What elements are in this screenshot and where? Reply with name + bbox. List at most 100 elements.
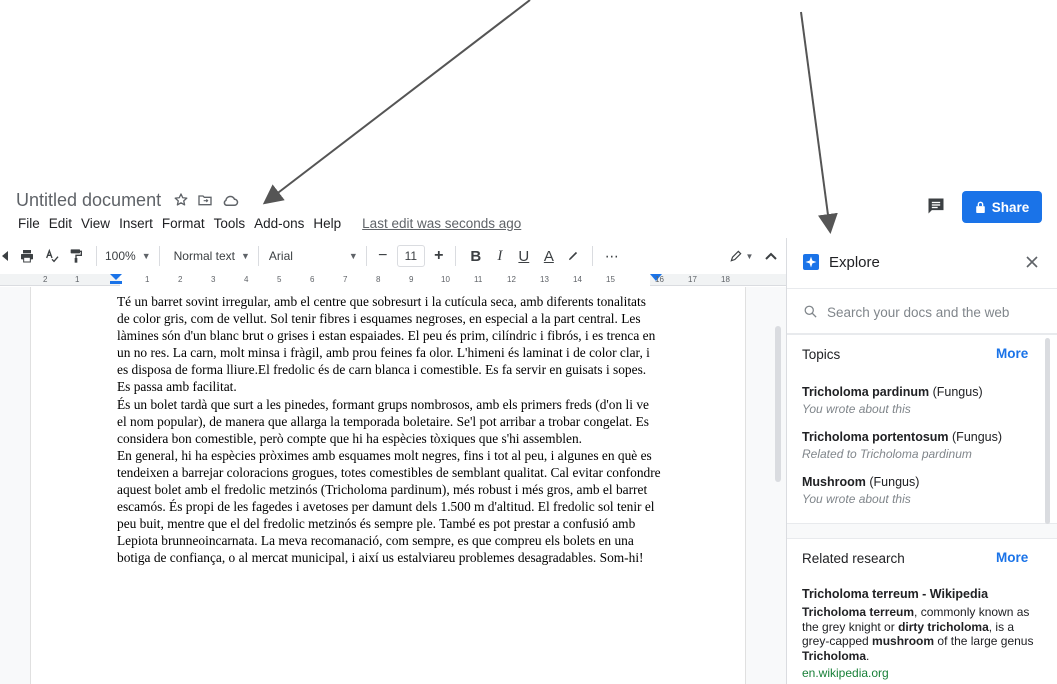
menu-tools[interactable]: Tools bbox=[214, 216, 246, 231]
ruler-number: 1 bbox=[75, 275, 80, 284]
ruler-number: 4 bbox=[244, 275, 249, 284]
document-scrollbar[interactable] bbox=[775, 326, 781, 482]
chevron-down-icon[interactable]: ▼ bbox=[349, 251, 358, 261]
cloud-status-icon[interactable] bbox=[221, 192, 239, 208]
undo-redo-icon[interactable] bbox=[0, 244, 14, 268]
style-value: Normal text bbox=[173, 249, 235, 263]
menu-bar: File Edit View Insert Format Tools Add-o… bbox=[18, 213, 521, 233]
topic-item[interactable]: Tricholoma pardinum (Fungus) You wrote a… bbox=[802, 385, 1042, 416]
zoom-value: 100% bbox=[105, 249, 136, 263]
ruler-number: 6 bbox=[310, 275, 315, 284]
ruler-number: 1 bbox=[145, 275, 150, 284]
arrow-to-explore bbox=[800, 11, 838, 234]
topic-name: Tricholoma portentosum (Fungus) bbox=[802, 430, 1003, 444]
move-folder-icon[interactable] bbox=[197, 192, 213, 208]
ruler-number: 17 bbox=[688, 275, 697, 284]
chevron-down-icon: ▼ bbox=[141, 251, 151, 261]
toolbar-divider bbox=[158, 246, 160, 266]
search-icon bbox=[804, 305, 817, 318]
share-button[interactable]: Share bbox=[962, 191, 1042, 223]
search-input[interactable] bbox=[827, 301, 1042, 323]
hide-menus-icon[interactable] bbox=[756, 244, 786, 268]
text-color-glyph: A bbox=[543, 247, 554, 265]
ruler-number: 12 bbox=[507, 275, 516, 284]
ruler-number: 5 bbox=[277, 275, 282, 284]
italic-button[interactable]: I bbox=[488, 244, 512, 268]
arrow-to-menu bbox=[262, 0, 531, 205]
document-paragraph: És un bolet tardà que surt a les pinedes… bbox=[117, 396, 649, 446]
document-paragraph: En general, hi ha espècies pròximes amb … bbox=[117, 447, 661, 566]
ruler-number: 15 bbox=[606, 275, 615, 284]
editing-mode-icon[interactable]: ▼ bbox=[726, 244, 756, 268]
ruler-number: 14 bbox=[573, 275, 582, 284]
menu-edit[interactable]: Edit bbox=[49, 216, 72, 231]
related-more-link[interactable]: More bbox=[996, 550, 1028, 565]
close-icon[interactable] bbox=[1025, 255, 1039, 269]
explore-search bbox=[787, 288, 1057, 334]
print-icon[interactable] bbox=[14, 244, 40, 268]
related-card-header: Related research More bbox=[787, 539, 1057, 577]
topics-card: Topics More Tricholoma pardinum (Fungus)… bbox=[787, 334, 1057, 524]
comment-history-icon[interactable] bbox=[926, 196, 946, 216]
style-select[interactable]: Normal text ▼ bbox=[174, 244, 250, 268]
menu-file[interactable]: File bbox=[18, 216, 40, 231]
topic-name: Mushroom (Fungus) bbox=[802, 475, 920, 489]
topics-card-header: Topics More bbox=[787, 335, 1057, 373]
menu-addons[interactable]: Add-ons bbox=[254, 216, 304, 231]
menu-format[interactable]: Format bbox=[162, 216, 205, 231]
menu-insert[interactable]: Insert bbox=[119, 216, 153, 231]
title-icons bbox=[173, 192, 239, 208]
snippet-text: of the large genus bbox=[934, 634, 1034, 648]
text-color-button[interactable]: A bbox=[536, 244, 562, 268]
doc-title[interactable]: Untitled document bbox=[16, 190, 161, 211]
more-options-button[interactable]: ⋯ bbox=[601, 244, 623, 268]
related-title: Related research bbox=[802, 551, 905, 566]
ruler[interactable]: 2 1 1 2 3 4 5 6 7 8 9 10 11 12 13 14 15 … bbox=[0, 274, 786, 286]
document-body[interactable]: Té un barret sovint irregular, amb el ce… bbox=[117, 293, 661, 567]
last-edit-link[interactable]: Last edit was seconds ago bbox=[362, 216, 521, 231]
paint-format-icon[interactable] bbox=[64, 244, 88, 268]
font-select[interactable]: Arial bbox=[269, 244, 349, 268]
bold-button[interactable]: B bbox=[464, 244, 488, 268]
explore-scrollbar[interactable] bbox=[1045, 338, 1050, 524]
ruler-number: 16 bbox=[655, 275, 664, 284]
topic-item[interactable]: Mushroom (Fungus) You wrote about this bbox=[802, 475, 1042, 506]
research-result-source[interactable]: en.wikipedia.org bbox=[802, 666, 889, 680]
underline-button[interactable]: U bbox=[512, 244, 536, 268]
star-icon[interactable] bbox=[173, 192, 189, 208]
topic-item[interactable]: Tricholoma portentosum (Fungus) Related … bbox=[802, 430, 1042, 461]
explore-panel: Explore Topics More Tricholoma pardinum … bbox=[786, 238, 1057, 684]
document-canvas: Té un barret sovint irregular, amb el ce… bbox=[0, 287, 786, 684]
ruler-number: 2 bbox=[178, 275, 183, 284]
ruler-number: 10 bbox=[441, 275, 450, 284]
ruler-number: 2 bbox=[43, 275, 48, 284]
left-indent-marker-icon[interactable] bbox=[110, 274, 122, 284]
decrease-font-size-icon[interactable]: − bbox=[375, 244, 391, 268]
menu-view[interactable]: View bbox=[81, 216, 110, 231]
snippet-text: . bbox=[866, 648, 870, 663]
research-result-title[interactable]: Tricholoma terreum - Wikipedia bbox=[802, 587, 1042, 601]
topics-title: Topics bbox=[802, 347, 841, 362]
lock-icon bbox=[975, 201, 985, 213]
font-size-value: 11 bbox=[404, 249, 418, 263]
topic-subtitle: Related to Tricholoma pardinum bbox=[802, 447, 972, 461]
increase-font-size-icon[interactable]: + bbox=[431, 244, 447, 268]
ruler-text-area bbox=[120, 274, 650, 286]
highlight-color-icon[interactable] bbox=[562, 244, 584, 268]
menu-help[interactable]: Help bbox=[313, 216, 341, 231]
explore-title: Explore bbox=[829, 254, 880, 271]
zoom-select[interactable]: 100% ▼ bbox=[105, 244, 151, 268]
document-paragraph: Té un barret sovint irregular, amb el ce… bbox=[117, 294, 656, 395]
toolbar-divider bbox=[257, 246, 259, 266]
ruler-number: 3 bbox=[211, 275, 216, 284]
topic-subtitle: You wrote about this bbox=[802, 402, 911, 416]
share-label: Share bbox=[991, 199, 1030, 215]
font-size-input[interactable]: 11 bbox=[396, 245, 425, 267]
topics-more-link[interactable]: More bbox=[996, 346, 1028, 361]
document-page[interactable]: Té un barret sovint irregular, amb el ce… bbox=[30, 287, 746, 684]
topic-subtitle: You wrote about this bbox=[802, 492, 911, 506]
ruler-number: 9 bbox=[409, 275, 414, 284]
spellcheck-icon[interactable] bbox=[40, 244, 64, 268]
explore-header: Explore bbox=[787, 238, 1057, 288]
topic-name: Tricholoma pardinum (Fungus) bbox=[802, 385, 983, 399]
